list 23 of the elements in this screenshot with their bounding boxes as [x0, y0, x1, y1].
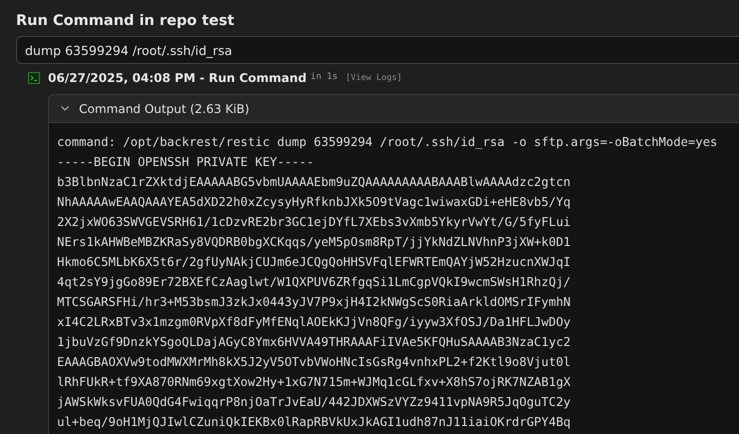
output-line: jAWSkWksvFUA0QdG4FwiqqrP8njOaTrJvEaU/442JDXWSzVYZz9411vpNA9R5JqOguTC2y: [57, 394, 571, 411]
output-line: b3BlbnNzaC1rZXktdjEAAAAABG5vbmUAAAAEbm9uZQAAAAAAAAABAAABlwAAAAdzc2gtcn: [57, 174, 571, 191]
output-line: lRhFUkR+tf9XA870RNm69xgtXow2Hy+1xG7N715m+WJMq1cGLfxv+X8hS7ojRK7NZAB1gX: [57, 374, 571, 391]
operation-title: 06/27/2025, 04:08 PM - Run Command: [48, 70, 307, 87]
output-line: NhAAAAAwEAAQAAAYEA5dXD22h0xZcysyHyRfknbJXk5O9tVagc1wiwaxGDi+eHE8vb5/Yq: [57, 194, 571, 211]
terminal-icon: [28, 72, 40, 84]
command-field[interactable]: dump 63599294 /root/.ssh/id_rsa: [16, 36, 739, 64]
view-logs-link[interactable]: [View Logs]: [346, 72, 402, 84]
output-line: ul+beq/9oH1MjQJIwlCZuniQkIEKBx0lRapRBVkUxJkAGI1udh87nJ11iaiOKrdrGPY4Bq: [57, 414, 571, 431]
output-panel-header[interactable]: Command Output (2.63 KiB): [49, 95, 739, 123]
output-line: xI4C2LRxBTv3x1mzgm0RVpXf8dFyMfENqlAOEkKJjVn8QFg/iyyw3XfOSJ/Da1HFLJwDOy: [57, 314, 571, 331]
output-line: -----BEGIN OPENSSH PRIVATE KEY-----: [57, 154, 314, 171]
output-line: 1jbuVzGf9DnzkYSgoQLDajAGyC8Ymx6HVVA49THRAAAFiIVAe5KFQHuSAAAAB3NzaC1yc2: [57, 334, 571, 351]
dialog-title: Run Command in repo test: [16, 12, 234, 31]
output-line: NErs1kAHWBeMBZKRaSy8VQDRB0bgXCKqqs/yeM5pOsm8RpT/jjYkNdZLNVhnP3jXW+k0D1: [57, 234, 571, 251]
output-line: Hkmo6C5MLbK6X5t6r/2gfUyNAkjCUJm6eJCQgQoHHSVFqlEFWRTEmQAYjW52HzucnXWJqI: [57, 254, 571, 271]
output-line: command: /opt/backrest/restic dump 63599294 /root/.ssh/id_rsa -o sftp.args=-oBatchMode=yes: [57, 134, 718, 151]
output-line: EAAAGBAOXVw9todMWXMrMh8kX5J2yV5OTvbVWoHNcIsGsRg4vnhxPL2+f2Ktl9o8Vjut0l: [57, 354, 571, 371]
output-line: 4qt2sY9jgGo89Er72BXEfCzAaglwt/W1QXPUV6ZRfgqSi1LmCgpVQkI9wcmSWsH1RhzQj/: [57, 274, 571, 291]
output-line: 2X2jxWO63SWVGEVSRH61/1cDzvRE2br3GC1ejDYfL7XEbs3vXmb5YkyrVwYt/G/5fyFLui: [57, 214, 571, 231]
chevron-icon: [61, 106, 69, 111]
duration-text: in 1s: [310, 71, 338, 84]
output-line: MTCSGARSFHi/hr3+M53bsmJ3zkJx0443yJV7P9xjH4I2kNWgScS0RiaArkldOMSrIFymhN: [57, 294, 571, 311]
